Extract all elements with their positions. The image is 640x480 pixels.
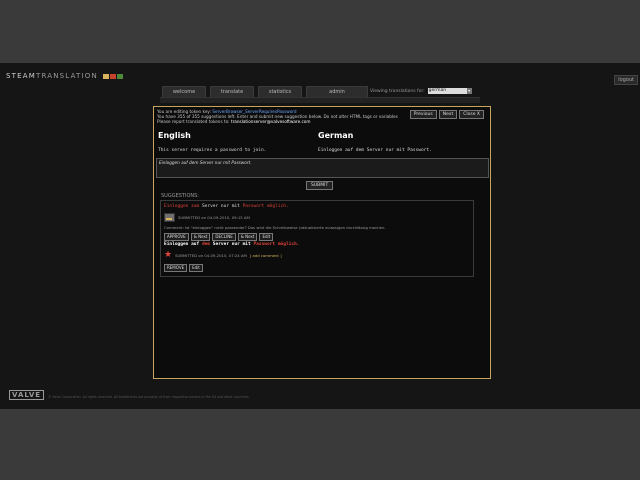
copyright-text: © Valve Corporation. All rights reserved… xyxy=(48,395,250,399)
language-label: Viewing translations for: xyxy=(370,88,425,94)
suggestions-heading: SUGGESTIONS: xyxy=(161,193,199,199)
previous-button[interactable]: Previous xyxy=(409,110,437,119)
logo-text-translation: TRANSLATION xyxy=(35,72,98,80)
report-email-link[interactable]: translationserver@valvesoftware.com xyxy=(231,119,310,124)
report-line: Please report translated tokens to: tran… xyxy=(157,119,398,124)
suggestion-2-actions: REMOVE Edit xyxy=(164,264,203,272)
suggestion-1-text: Einloggen zum Server nur mit Passwort mö… xyxy=(164,204,289,209)
suggestion-1-meta: SUBMITTED on 04-09-2010, 09:15 AM xyxy=(164,213,250,222)
edit-button[interactable]: Edit xyxy=(189,264,203,272)
source-text: This server requires a password to join. xyxy=(158,148,267,153)
decline-next-button[interactable]: & Next xyxy=(237,233,258,241)
target-text: Einloggen auf dem Server nur mit Passwor… xyxy=(318,148,432,153)
language-selector: Viewing translations for: german ▾ xyxy=(370,88,472,94)
suggestion-1-actions: APPROVE & Next DECLINE & Next Edit xyxy=(164,233,274,241)
avatar xyxy=(164,213,175,222)
suggestion-text-segment: Server nur mit xyxy=(199,204,243,209)
flags-icon xyxy=(103,72,124,80)
next-button[interactable]: Next xyxy=(438,110,458,119)
submitted-timestamp: SUBMITTED on 04-09-2010, 09:15 AM xyxy=(178,215,250,220)
diff-highlight: Einloggen zum xyxy=(164,204,200,209)
suggestion-textarea[interactable]: Einloggen auf dem Server nur mit Passwor… xyxy=(156,158,489,178)
suggestions-list: Einloggen zum Server nur mit Passwort mö… xyxy=(160,200,474,277)
edit-button[interactable]: Edit xyxy=(259,233,274,241)
flag-icon xyxy=(117,73,124,79)
submit-button[interactable]: SUBMIT xyxy=(306,181,334,190)
approve-button[interactable]: APPROVE xyxy=(164,233,189,241)
decline-button[interactable]: DECLINE xyxy=(212,233,236,241)
suggestion-2-text: Einloggen auf dem Server nur mit Passwor… xyxy=(164,242,300,247)
diff-highlight: Passwort möglich. xyxy=(253,242,300,247)
source-language-title: English xyxy=(158,131,191,140)
valve-logo[interactable]: VALVE xyxy=(9,390,45,400)
suggestion-text-segment: Server nur mit xyxy=(210,242,254,247)
dialog-nav-buttons: Previous Next Close X xyxy=(409,110,484,119)
report-label: Please report translated tokens to: xyxy=(157,119,230,124)
suggestion-2-meta: ★ SUBMITTED on 04-09-2010, 07:24 AM [ ad… xyxy=(164,250,282,260)
approve-next-button[interactable]: & Next xyxy=(190,233,211,241)
remove-button[interactable]: REMOVE xyxy=(164,264,188,272)
steam-translation-logo[interactable]: STEAMTRANSLATION xyxy=(6,72,124,80)
logo-text-steam: STEAM xyxy=(6,72,36,80)
submitted-timestamp: SUBMITTED on 04-09-2010, 07:24 AM xyxy=(175,253,247,258)
flag-icon xyxy=(103,73,110,79)
bottom-strip xyxy=(0,409,640,480)
diff-highlight: Passwort möglich. xyxy=(242,204,289,209)
edit-token-dialog: You are editing token key: ServerBrowser… xyxy=(153,106,491,379)
suggestion-1-comment: Comment: Ist "einloggen" nicht passender… xyxy=(164,225,386,230)
add-comment-link[interactable]: [ add comment ] xyxy=(250,253,282,258)
language-select[interactable]: german ▾ xyxy=(427,88,472,94)
star-icon: ★ xyxy=(164,250,173,260)
flag-icon xyxy=(110,73,117,79)
nav-underbar xyxy=(160,97,480,103)
logout-button[interactable]: logout xyxy=(614,75,638,85)
suggestion-text-segment: Einloggen auf xyxy=(164,242,202,247)
language-value: german xyxy=(428,88,447,93)
target-language-title: German xyxy=(318,131,354,140)
close-button[interactable]: Close X xyxy=(459,110,484,119)
dialog-header-info: You are editing token key: ServerBrowser… xyxy=(157,109,398,124)
diff-highlight: dem xyxy=(201,242,211,247)
chevron-down-icon: ▾ xyxy=(466,88,472,94)
